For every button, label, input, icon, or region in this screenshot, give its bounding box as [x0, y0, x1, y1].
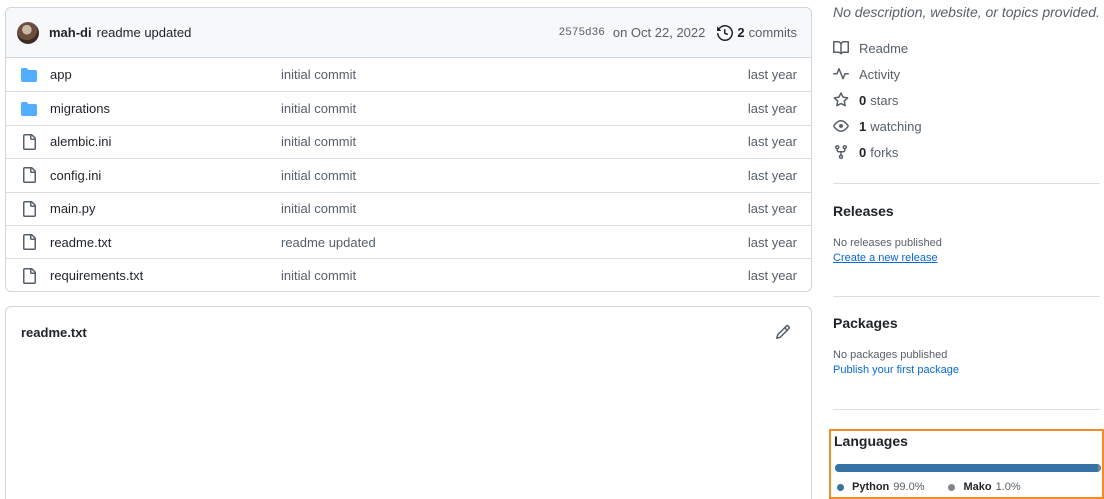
file-commit-message[interactable]: initial commit	[281, 67, 748, 82]
file-name[interactable]: requirements.txt	[50, 268, 281, 283]
packages-section: Packages No packages published Publish y…	[833, 315, 1100, 409]
file-age: last year	[747, 167, 797, 183]
eye-icon	[833, 120, 849, 132]
book-icon	[833, 40, 849, 55]
fork-icon	[835, 145, 847, 160]
stars-count: 0	[859, 92, 867, 108]
readme-header: readme.txt	[6, 307, 811, 340]
file-age: last year	[747, 101, 797, 117]
watchers-link[interactable]: 1 watching	[833, 113, 1100, 139]
file-row[interactable]: config.ini initial commit last year	[6, 158, 811, 191]
forks-link[interactable]: 0 forks	[833, 139, 1100, 165]
commit-message[interactable]: readme updated	[97, 25, 192, 40]
commit-count: 2	[737, 25, 745, 40]
forks-label: forks	[870, 144, 899, 160]
file-name[interactable]: config.ini	[50, 168, 281, 183]
file-commit-message[interactable]: initial commit	[281, 168, 748, 183]
commit-author[interactable]: mah-di	[49, 25, 92, 40]
readme-link[interactable]: Readme	[833, 35, 1100, 61]
commit-date: on Oct 22, 2022	[612, 25, 706, 40]
watching-count: 1	[859, 118, 867, 134]
file-commit-message[interactable]: initial commit	[281, 201, 748, 216]
create-release-link[interactable]: Create a new release	[833, 252, 1100, 264]
releases-empty-text: No releases published	[833, 237, 942, 249]
language-bar-segment[interactable]	[835, 464, 1097, 472]
file-age: last year	[747, 134, 797, 150]
about-text: No description, website, or topics provi…	[833, 4, 1100, 20]
star-icon	[833, 92, 849, 107]
pencil-icon[interactable]	[775, 324, 791, 340]
latest-commit-bar: mah-di readme updated 2575d36 on Oct 22,…	[6, 8, 811, 58]
avatar[interactable]	[17, 21, 39, 44]
releases-heading[interactable]: Releases	[833, 203, 1100, 219]
file-name[interactable]: readme.txt	[50, 235, 281, 250]
languages-heading: Languages	[834, 433, 908, 449]
file-age: last year	[747, 234, 797, 250]
file-name[interactable]: app	[50, 67, 281, 82]
file-row[interactable]: main.py initial commit last year	[6, 191, 811, 225]
file-row[interactable]: requirements.txt initial commit last year	[6, 258, 811, 291]
file-row[interactable]: app initial commit last year	[6, 58, 811, 91]
file-age: last year	[747, 201, 797, 217]
packages-heading[interactable]: Packages	[833, 315, 1100, 331]
pulse-icon	[833, 68, 849, 80]
languages-section: Languages Python 99.0% Mako 1.0%	[829, 429, 1104, 499]
file-list: app initial commit last year migrations init…	[6, 58, 811, 291]
language-percent: 99.0%	[893, 481, 925, 493]
history-icon	[717, 24, 734, 41]
releases-section: Releases No releases published Create a …	[833, 203, 1100, 296]
language-item[interactable]: Mako 1.0%	[948, 481, 1021, 493]
file-icon	[21, 234, 37, 251]
watching-label: watching	[870, 118, 922, 134]
file-icon	[21, 267, 37, 284]
repo-stats: Readme Activity 0 stars 1 watching 0 for…	[833, 35, 1100, 165]
file-commit-message[interactable]: initial commit	[281, 134, 748, 149]
file-name[interactable]: migrations	[50, 101, 281, 116]
sidebar: No description, website, or topics provi…	[833, 0, 1100, 410]
file-browser: mah-di readme updated 2575d36 on Oct 22,…	[5, 7, 812, 292]
forks-count: 0	[859, 144, 867, 160]
file-row[interactable]: readme.txt readme updated last year	[6, 224, 811, 258]
file-name[interactable]: alembic.ini	[50, 134, 281, 149]
language-item[interactable]: Python 99.0%	[837, 481, 924, 493]
divider	[833, 296, 1100, 297]
stars-label: stars	[870, 92, 899, 108]
language-name: Mako	[963, 481, 992, 493]
language-dot	[948, 483, 956, 491]
file-commit-message[interactable]: initial commit	[281, 101, 748, 116]
file-icon	[21, 200, 37, 217]
file-row[interactable]: migrations initial commit last year	[6, 91, 811, 124]
packages-empty-text: No packages published	[833, 349, 948, 361]
publish-package-link[interactable]: Publish your first package	[833, 364, 1100, 376]
file-icon	[21, 167, 37, 184]
file-age: last year	[747, 268, 797, 284]
language-name: Python	[852, 481, 890, 493]
readme-label: Readme	[859, 40, 909, 56]
stars-link[interactable]: 0 stars	[833, 87, 1100, 113]
folder-icon	[21, 101, 37, 117]
file-commit-message[interactable]: readme updated	[281, 235, 748, 250]
commits-link[interactable]: 2 commits	[717, 24, 797, 41]
commit-sha[interactable]: 2575d36	[559, 27, 605, 39]
file-commit-message[interactable]: initial commit	[281, 268, 748, 283]
commit-count-label: commits	[748, 25, 797, 40]
file-name[interactable]: main.py	[50, 201, 281, 216]
language-dot	[837, 483, 844, 491]
readme-panel: readme.txt	[5, 306, 812, 499]
folder-icon	[21, 67, 37, 83]
divider	[833, 409, 1100, 410]
file-row[interactable]: alembic.ini initial commit last year	[6, 124, 811, 158]
language-bar-segment[interactable]	[1098, 464, 1101, 472]
language-legend: Python 99.0% Mako 1.0%	[837, 481, 1045, 493]
activity-link[interactable]: Activity	[833, 61, 1100, 87]
activity-label: Activity	[859, 66, 901, 82]
readme-title[interactable]: readme.txt	[21, 325, 775, 340]
divider	[833, 183, 1100, 184]
file-age: last year	[747, 67, 797, 83]
language-bar	[835, 464, 1101, 472]
language-percent: 1.0%	[995, 481, 1021, 493]
file-icon	[21, 133, 37, 150]
